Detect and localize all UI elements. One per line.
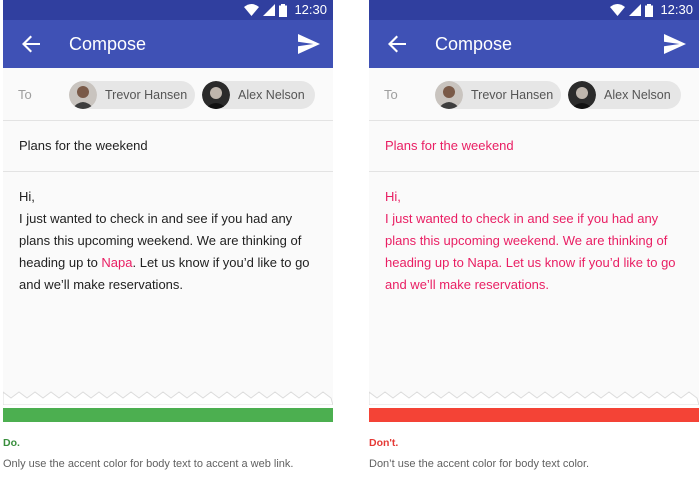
signal-icon (263, 4, 276, 16)
recipient-chip[interactable]: Alex Nelson (568, 81, 681, 109)
to-label: To (384, 87, 398, 102)
phone-screen: 12:30 Compose To Trevor Hansen Alex Nels… (3, 0, 333, 405)
wifi-icon (610, 4, 626, 16)
torn-edge (369, 391, 699, 405)
to-field[interactable]: To Trevor Hansen Alex Nelson (369, 70, 699, 121)
avatar (568, 81, 596, 109)
avatar (435, 81, 463, 109)
send-icon[interactable] (297, 33, 321, 55)
web-link[interactable]: Napa (101, 255, 132, 270)
status-time: 12:30 (294, 2, 327, 17)
greeting: Hi, (385, 189, 401, 204)
battery-icon (279, 3, 288, 17)
phone-screen: 12:30 Compose To Trevor Hansen Alex Nels… (369, 0, 699, 405)
body-text: I just wanted to check in and see if you… (385, 211, 676, 292)
app-bar: Compose (369, 20, 699, 68)
recipient-chip[interactable]: Alex Nelson (202, 81, 315, 109)
status-bar: 12:30 (3, 0, 333, 20)
send-icon[interactable] (663, 33, 687, 55)
wifi-icon (244, 4, 260, 16)
recipient-chip[interactable]: Trevor Hansen (435, 81, 561, 109)
app-bar: Compose (3, 20, 333, 68)
app-bar-title: Compose (69, 34, 147, 54)
subject-text: Plans for the weekend (19, 138, 148, 153)
subject-text: Plans for the weekend (385, 138, 514, 153)
status-time: 12:30 (660, 2, 693, 17)
do-example: 12:30 Compose To Trevor Hansen Alex Nels… (3, 0, 333, 496)
to-label: To (18, 87, 32, 102)
battery-icon (645, 3, 654, 17)
subject-field[interactable]: Plans for the weekend (369, 121, 699, 172)
arrow-back-icon[interactable] (386, 33, 408, 55)
email-body[interactable]: Hi, I just wanted to check in and see if… (19, 186, 324, 296)
recipient-name: Alex Nelson (238, 88, 305, 102)
do-label: Do. (3, 437, 20, 449)
body-text: I just wanted to check in and see if you… (19, 211, 310, 292)
do-indicator-bar (3, 408, 333, 422)
subject-field[interactable]: Plans for the weekend (3, 121, 333, 172)
avatar (69, 81, 97, 109)
dont-label: Don't. (369, 437, 399, 449)
arrow-back-icon[interactable] (20, 33, 42, 55)
recipient-name: Alex Nelson (604, 88, 671, 102)
avatar (202, 81, 230, 109)
email-body[interactable]: Hi, I just wanted to check in and see if… (385, 186, 690, 296)
to-field[interactable]: To Trevor Hansen Alex Nelson (3, 70, 333, 121)
dont-caption: Don’t use the accent color for body text… (369, 458, 590, 470)
recipient-name: Trevor Hansen (471, 88, 554, 102)
recipient-name: Trevor Hansen (105, 88, 188, 102)
signal-icon (629, 4, 642, 16)
web-link[interactable]: Napa (467, 255, 498, 270)
dont-indicator-bar (369, 408, 699, 422)
app-bar-title: Compose (435, 34, 513, 54)
recipient-chip[interactable]: Trevor Hansen (69, 81, 195, 109)
do-caption: Only use the accent color for body text … (3, 458, 294, 470)
greeting: Hi, (19, 189, 35, 204)
status-bar: 12:30 (369, 0, 699, 20)
torn-edge (3, 391, 333, 405)
dont-example: 12:30 Compose To Trevor Hansen Alex Nels… (369, 0, 699, 496)
